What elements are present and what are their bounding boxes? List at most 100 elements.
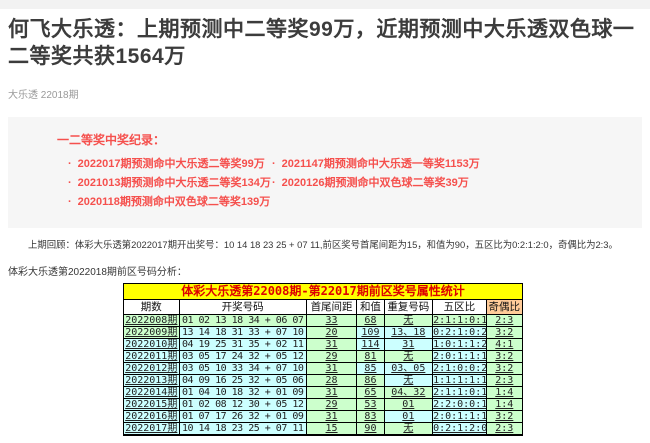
- records-heading: 一二等奖中奖纪录：: [57, 131, 165, 148]
- table-row: 2022009期13 14 18 31 33 + 07 102010913、18…: [124, 327, 523, 339]
- table-cell: 无: [384, 351, 432, 363]
- col-header-sum: 和值: [357, 300, 384, 315]
- records-left-column: 2022017期预测命中大乐透二等奖99万 2021013期预测命中大乐透二等奖…: [68, 155, 271, 212]
- table-cell: 85: [357, 363, 384, 375]
- table-cell: 31: [306, 387, 357, 399]
- record-item: 2021013期预测命中大乐透二等奖134万: [68, 174, 271, 193]
- table-cell: 29: [306, 399, 357, 411]
- table-cell: 1:0:1:1:2: [433, 339, 487, 351]
- table-cell: 0:2:1:0:2: [433, 327, 487, 339]
- table-cell: 2:0:1:1:1: [433, 411, 487, 423]
- table-cell: 33: [306, 315, 357, 327]
- previous-draw-review: 上期回顾：体彩大乐透第2022017期开出奖号：10 14 18 23 25 +…: [28, 237, 644, 251]
- table-row: 2022008期01 02 13 18 34 + 06 073368无2:1:1…: [124, 315, 523, 327]
- table-row: 2022017期10 14 18 23 25 + 07 111590无0:2:1…: [124, 423, 523, 436]
- table-cell: 01 04 10 18 32 + 01 09: [179, 387, 306, 399]
- table-cell: 03 05 17 24 32 + 05 12: [179, 351, 306, 363]
- table-cell: 114: [357, 339, 384, 351]
- table-row: 2022015期01 02 08 12 30 + 05 122953012:2:…: [124, 399, 523, 411]
- table-cell: 31: [306, 339, 357, 351]
- table-row: 2022014期01 04 10 18 32 + 01 09316504、322…: [124, 387, 523, 399]
- col-header-repeats: 重复号码: [384, 300, 432, 315]
- table-cell: 31: [306, 411, 357, 423]
- table-cell: 28: [306, 375, 357, 387]
- table-cell: 2:1:1:0:1: [433, 315, 487, 327]
- table-cell: 53: [357, 399, 384, 411]
- table-cell: 无: [384, 375, 432, 387]
- table-cell: 3:2: [486, 411, 522, 423]
- table-cell: 01: [384, 411, 432, 423]
- record-item: 2020126期预测命中双色球二等奖39万: [272, 174, 480, 193]
- table-cell: 0:2:1:2:0: [433, 423, 487, 436]
- table-cell: 1:4: [486, 387, 522, 399]
- table-cell: 2022013期: [124, 375, 180, 387]
- table-cell: 2022015期: [124, 399, 180, 411]
- table-row: 2022016期01 07 17 26 32 + 01 093183012:0:…: [124, 411, 523, 423]
- record-item: 2020118期预测命中双色球二等奖139万: [68, 193, 271, 212]
- col-header-odd-even: 奇偶比: [486, 300, 522, 315]
- table-cell: 03 05 10 33 34 + 07 10: [179, 363, 306, 375]
- record-item: 2022017期预测命中大乐透二等奖99万: [68, 155, 271, 174]
- table-cell: 3:2: [486, 363, 522, 375]
- front-zone-stats-table: 体彩大乐透第22008期-第22017期前区奖号属性统计 期数 开奖号码 首尾间…: [123, 283, 523, 436]
- table-cell: 2022010期: [124, 339, 180, 351]
- col-header-numbers: 开奖号码: [179, 300, 306, 315]
- table-cell: 无: [384, 423, 432, 436]
- record-item: 2021147期预测命中大乐透一等奖1153万: [272, 155, 480, 174]
- table-cell: 无: [384, 315, 432, 327]
- col-header-span: 首尾间距: [306, 300, 357, 315]
- table-cell: 2:2:0:0:1: [433, 399, 487, 411]
- table-cell: 01 02 13 18 34 + 06 07: [179, 315, 306, 327]
- table-row: 2022013期04 09 16 25 32 + 05 062886无1:1:1…: [124, 375, 523, 387]
- table-cell: 01 02 08 12 30 + 05 12: [179, 399, 306, 411]
- table-cell: 20: [306, 327, 357, 339]
- table-cell: 04 19 25 31 35 + 02 11: [179, 339, 306, 351]
- table-cell: 86: [357, 375, 384, 387]
- table-cell: 2022008期: [124, 315, 180, 327]
- article-subtitle: 大乐透 22018期: [8, 86, 79, 101]
- table-cell: 109: [357, 327, 384, 339]
- table-row: 2022011期03 05 17 24 32 + 05 122981无2:0:1…: [124, 351, 523, 363]
- table-cell: 68: [357, 315, 384, 327]
- table-cell: 2:3: [486, 423, 522, 436]
- page-top-strip: [0, 0, 650, 9]
- table-cell: 04 09 16 25 32 + 05 06: [179, 375, 306, 387]
- records-right-column: 2021147期预测命中大乐透一等奖1153万 2020126期预测命中双色球二…: [272, 155, 480, 193]
- table-header-row: 期数 开奖号码 首尾间距 和值 重复号码 五区比 奇偶比: [124, 300, 523, 315]
- table-cell: 83: [357, 411, 384, 423]
- table-row: 2022010期04 19 25 31 35 + 02 1131114311:0…: [124, 339, 523, 351]
- table-cell: 31: [306, 363, 357, 375]
- article-title: 何飞大乐透：上期预测中二等奖99万，近期预测中大乐透双色球一二等奖共获1564万: [8, 16, 644, 70]
- table-cell: 01: [384, 399, 432, 411]
- table-cell: 31: [384, 339, 432, 351]
- table-cell: 2022009期: [124, 327, 180, 339]
- table-cell: 13、18: [384, 327, 432, 339]
- analysis-table-body: 2022008期01 02 13 18 34 + 06 073368无2:1:1…: [124, 315, 523, 436]
- table-cell: 29: [306, 351, 357, 363]
- table-row: 2022012期03 05 10 33 34 + 07 10318503、052…: [124, 363, 523, 375]
- table-cell: 1:1:1:1:1: [433, 375, 487, 387]
- table-cell: 04、32: [384, 387, 432, 399]
- table-cell: 2:3: [486, 315, 522, 327]
- table-cell: 2022014期: [124, 387, 180, 399]
- col-header-zone-ratio: 五区比: [433, 300, 487, 315]
- table-cell: 3:2: [486, 351, 522, 363]
- winning-records-box: 一二等奖中奖纪录： 2022017期预测命中大乐透二等奖99万 2021013期…: [8, 117, 642, 228]
- table-cell: 03、05: [384, 363, 432, 375]
- table-cell: 65: [357, 387, 384, 399]
- table-cell: 2:1:0:0:2: [433, 363, 487, 375]
- table-cell: 01 07 17 26 32 + 01 09: [179, 411, 306, 423]
- table-cell: 10 14 18 23 25 + 07 11: [179, 423, 306, 436]
- table-cell: 81: [357, 351, 384, 363]
- col-header-issue: 期数: [124, 300, 180, 315]
- table-title-row: 体彩大乐透第22008期-第22017期前区奖号属性统计: [124, 284, 523, 300]
- table-cell: 1:4: [486, 399, 522, 411]
- table-cell: 2:3: [486, 375, 522, 387]
- table-cell: 3:2: [486, 327, 522, 339]
- table-title: 体彩大乐透第22008期-第22017期前区奖号属性统计: [124, 284, 523, 300]
- table-cell: 2022017期: [124, 423, 180, 436]
- table-cell: 90: [357, 423, 384, 436]
- table-cell: 2022011期: [124, 351, 180, 363]
- table-cell: 15: [306, 423, 357, 436]
- table-cell: 2022016期: [124, 411, 180, 423]
